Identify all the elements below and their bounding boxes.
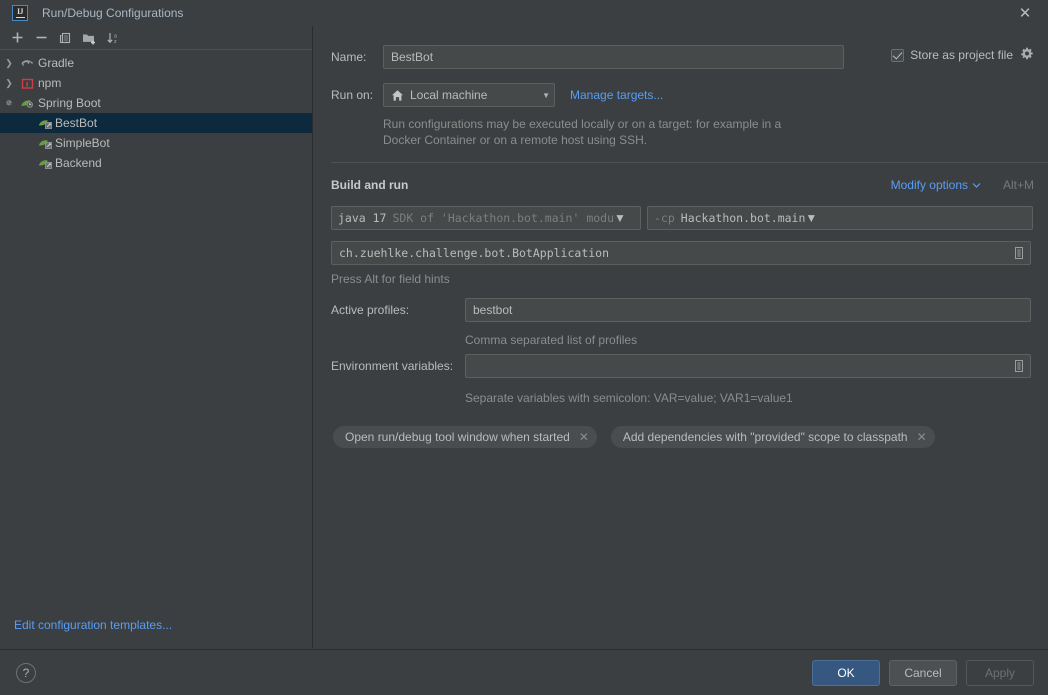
dialog-footer: ? OK Cancel Apply xyxy=(0,649,1048,695)
close-icon[interactable]: ✕ xyxy=(1002,0,1048,26)
chip-label: Add dependencies with "provided" scope t… xyxy=(622,430,908,444)
main-class-value: ch.zuehlke.challenge.bot.BotApplication xyxy=(339,246,610,260)
modify-options-link[interactable]: Modify options xyxy=(891,178,981,192)
chevron-down-icon[interactable]: ▼ xyxy=(805,211,817,225)
spring-boot-leaf-icon xyxy=(18,97,36,110)
copy-configuration-button[interactable] xyxy=(54,28,76,48)
modify-options-shortcut: Alt+M xyxy=(1002,178,1034,192)
option-chip-provided-scope[interactable]: Add dependencies with "provided" scope t… xyxy=(610,426,935,448)
title-bar: IJ Run/Debug Configurations ✕ xyxy=(0,0,1048,26)
configurations-sidebar: a z ❯ Gradle ❯ npm ✵ Spring Boot BestBot… xyxy=(0,26,313,648)
configuration-form-panel: Name: BestBot Store as project file Run … xyxy=(314,26,1048,648)
option-chip-open-tool-window[interactable]: Open run/debug tool window when started … xyxy=(333,426,597,448)
sort-az-icon[interactable]: a z xyxy=(102,28,124,48)
chip-label: Open run/debug tool window when started xyxy=(345,430,570,444)
tree-item-simplebot[interactable]: SimpleBot xyxy=(0,133,312,153)
remove-configuration-button[interactable] xyxy=(30,28,52,48)
svg-text:z: z xyxy=(114,39,117,45)
active-profiles-row: Active profiles: bestbot xyxy=(331,298,1031,322)
active-profiles-hint: Comma separated list of profiles xyxy=(465,333,638,347)
help-button[interactable]: ? xyxy=(16,662,36,683)
tree-item-gradle[interactable]: ❯ Gradle xyxy=(0,53,312,73)
run-on-select[interactable]: Local machine ▼ xyxy=(383,83,555,107)
main-class-input[interactable]: ch.zuehlke.challenge.bot.BotApplication xyxy=(331,241,1031,265)
classpath-value: Hackathon.bot.main xyxy=(680,211,806,225)
jre-secondary-text: SDK of 'Hackathon.bot.main' modu xyxy=(392,211,615,225)
configurations-tree[interactable]: ❯ Gradle ❯ npm ✵ Spring Boot BestBot Sim… xyxy=(0,50,312,173)
spring-boot-run-icon xyxy=(36,157,54,170)
tree-item-label: Backend xyxy=(55,156,102,170)
manage-targets-link[interactable]: Manage targets... xyxy=(570,88,663,102)
active-profiles-label: Active profiles: xyxy=(331,303,410,317)
name-label: Name: xyxy=(331,50,367,64)
expand-editor-icon[interactable] xyxy=(1011,244,1027,262)
spring-boot-run-icon xyxy=(36,117,54,130)
expand-editor-icon[interactable] xyxy=(1011,357,1027,375)
tree-item-spring-boot[interactable]: ✵ Spring Boot xyxy=(0,93,312,113)
intellij-logo-icon: IJ xyxy=(12,5,28,21)
run-on-value: Local machine xyxy=(410,88,488,102)
tree-item-npm[interactable]: ❯ npm xyxy=(0,73,312,93)
logo-letters: IJ xyxy=(16,6,24,16)
logo-underline xyxy=(15,16,25,19)
tree-item-backend[interactable]: Backend xyxy=(0,153,312,173)
tree-item-label: SimpleBot xyxy=(55,136,110,150)
add-configuration-button[interactable] xyxy=(6,28,28,48)
new-folder-button[interactable] xyxy=(78,28,100,48)
section-divider xyxy=(331,162,1048,163)
classpath-module-select[interactable]: -cp Hackathon.bot.main ▼ xyxy=(647,206,1033,230)
environment-variables-label: Environment variables: xyxy=(331,359,454,373)
name-input[interactable]: BestBot xyxy=(383,45,844,69)
store-as-project-file-checkbox[interactable] xyxy=(891,48,905,62)
spring-boot-run-icon xyxy=(36,137,54,150)
store-as-project-file-row[interactable]: Store as project file xyxy=(891,46,1034,64)
gear-icon[interactable] xyxy=(1019,46,1034,64)
tree-item-label: Spring Boot xyxy=(38,96,101,110)
environment-variables-input[interactable] xyxy=(465,354,1031,378)
tree-item-label: BestBot xyxy=(55,116,98,130)
classpath-prefix: -cp xyxy=(654,211,675,225)
jre-primary-text: java 17 xyxy=(338,211,387,225)
tree-item-bestbot[interactable]: BestBot xyxy=(0,113,312,133)
close-icon[interactable]: ✕ xyxy=(917,431,927,443)
gradle-elephant-icon xyxy=(18,57,36,70)
cancel-button[interactable]: Cancel xyxy=(889,659,957,686)
chevron-down-icon[interactable]: ▼ xyxy=(614,211,626,225)
apply-button: Apply xyxy=(966,659,1034,686)
edit-configuration-templates-link[interactable]: Edit configuration templates... xyxy=(14,618,172,632)
chevron-right-icon[interactable]: ❯ xyxy=(0,58,18,69)
home-icon xyxy=(391,89,404,102)
dialog-buttons: OK Cancel Apply xyxy=(812,659,1034,686)
environment-variables-row: Environment variables: xyxy=(331,354,1031,378)
run-on-label: Run on: xyxy=(331,88,374,102)
sidebar-toolbar: a z xyxy=(0,26,312,50)
ok-button[interactable]: OK xyxy=(812,659,880,686)
option-chips: Open run/debug tool window when started … xyxy=(333,426,935,448)
close-icon[interactable]: ✕ xyxy=(579,431,589,443)
chevron-right-icon[interactable]: ❯ xyxy=(0,78,18,89)
run-on-hint: Run configurations may be executed local… xyxy=(383,117,782,147)
active-profiles-input[interactable]: bestbot xyxy=(465,298,1031,322)
modify-options-label: Modify options xyxy=(890,178,968,192)
run-on-row: Run on: Local machine ▼ Manage targets..… xyxy=(331,83,663,107)
chevron-down-icon[interactable]: ▼ xyxy=(534,91,550,100)
environment-variables-hint: Separate variables with semicolon: VAR=v… xyxy=(465,391,793,405)
chevron-down-icon[interactable]: ✵ xyxy=(0,98,18,109)
jre-select[interactable]: java 17 SDK of 'Hackathon.bot.main' modu… xyxy=(331,206,641,230)
alt-field-hint: Press Alt for field hints xyxy=(331,272,450,286)
tree-item-label: Gradle xyxy=(38,56,75,70)
chevron-down-icon xyxy=(972,178,981,192)
npm-icon xyxy=(18,77,36,90)
window-title: Run/Debug Configurations xyxy=(42,6,184,20)
build-and-run-title: Build and run xyxy=(331,178,409,192)
store-as-project-file-label: Store as project file xyxy=(910,48,1013,62)
tree-item-label: npm xyxy=(38,76,62,90)
